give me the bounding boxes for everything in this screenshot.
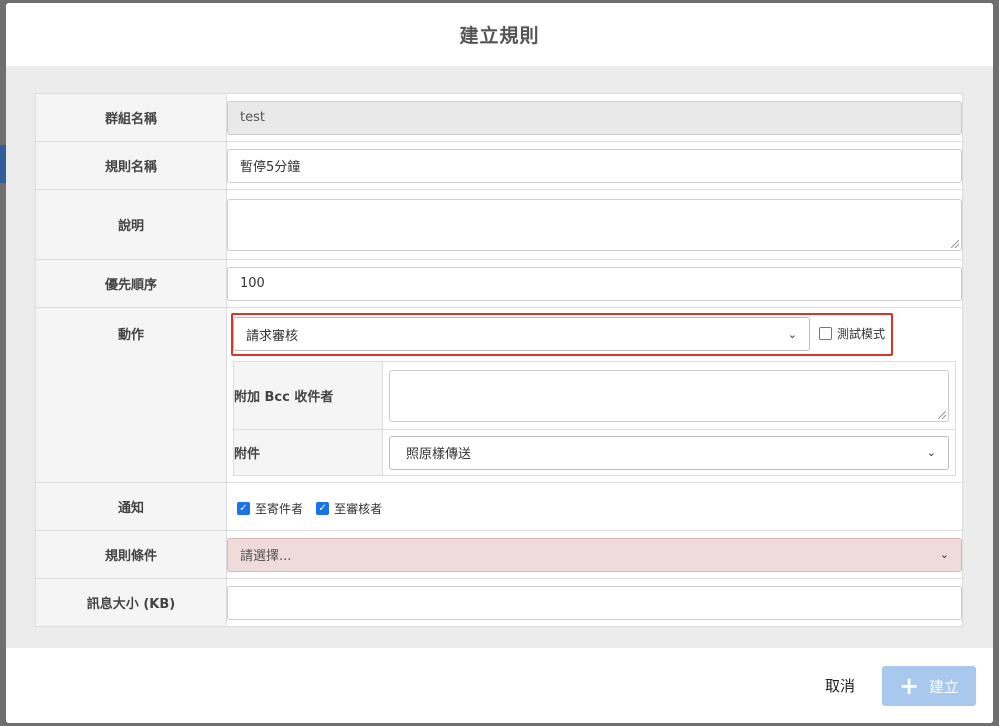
action-label: 動作 [35,307,227,483]
action-select[interactable]: 請求審核 ⌄ [233,317,810,351]
chevron-down-icon: ⌄ [939,548,949,561]
rule-name-label: 規則名稱 [35,141,227,190]
test-mode-checkbox-box[interactable] [819,327,832,340]
priority-field[interactable]: 100 [227,266,962,301]
form-row-message-size: 訊息大小 (KB) [35,578,963,627]
group-name-field[interactable]: test [227,100,962,135]
bcc-label: 附加 Bcc 收件者 [233,361,383,430]
modal-title: 建立規則 [459,25,540,47]
action-options-table: 附加 Bcc 收件者 附件 照原樣傳送 ⌄ [233,361,956,476]
modal-header: 建立規則 [6,3,993,66]
notify-label: 通知 [35,482,227,531]
chevron-down-icon: ⌄ [787,327,797,341]
chevron-down-icon: ⌄ [926,446,936,459]
bcc-textarea[interactable] [389,369,949,422]
notify-sender-checkbox[interactable]: ✓ 至寄件者 [237,500,303,517]
resize-grip-icon[interactable] [938,410,946,419]
form-row-priority: 優先順序 100 [35,259,963,308]
rule-name-field[interactable]: 暫停5分鐘 [227,148,962,183]
create-rule-modal: 建立規則 群組名稱 test 規則名稱 暫停5分鐘 說明 優先順序 100 動作… [6,3,993,723]
test-mode-checkbox[interactable]: 測試模式 [819,325,885,342]
rule-conditions-label: 規則條件 [35,530,227,579]
form-row-rule-name: 規則名稱 暫停5分鐘 [35,141,963,190]
form-row-description: 說明 [35,189,963,260]
message-size-field[interactable] [227,585,962,620]
form-row-action: 動作 請求審核 ⌄ 測試模式 附加 Bcc 收件者 附件 照原樣傳送 ⌄ [35,307,963,483]
checkmark-icon[interactable]: ✓ [237,502,250,516]
rule-conditions-select[interactable]: 請選擇... ⌄ [227,537,962,572]
modal-body: 群組名稱 test 規則名稱 暫停5分鐘 說明 優先順序 100 動作 請求審核… [6,66,993,648]
resize-grip-icon[interactable] [951,239,959,248]
cancel-button[interactable]: 取消 [825,675,855,696]
modal-footer: 取消 + 建立 [6,648,993,723]
plus-icon: + [898,672,920,700]
checkmark-icon[interactable]: ✓ [316,502,330,516]
form-row-notify: 通知 ✓ 至寄件者 ✓ 至審核者 [35,482,963,531]
description-label: 說明 [35,189,227,260]
bcc-row: 附加 Bcc 收件者 [233,361,956,430]
form-row-rule-conditions: 規則條件 請選擇... ⌄ [35,530,963,579]
group-name-label: 群組名稱 [35,93,227,142]
attachment-select[interactable]: 照原樣傳送 ⌄ [389,435,949,470]
attachment-label: 附件 [233,429,383,476]
notify-reviewer-checkbox[interactable]: ✓ 至審核者 [316,500,382,517]
message-size-label: 訊息大小 (KB) [35,578,227,627]
priority-label: 優先順序 [35,259,227,308]
description-textarea[interactable] [227,198,962,251]
form-row-group-name: 群組名稱 test [35,93,963,142]
rule-form: 群組名稱 test 規則名稱 暫停5分鐘 說明 優先順序 100 動作 請求審核… [35,93,963,627]
attachment-row: 附件 照原樣傳送 ⌄ [233,429,956,476]
create-button[interactable]: + 建立 [882,666,976,706]
